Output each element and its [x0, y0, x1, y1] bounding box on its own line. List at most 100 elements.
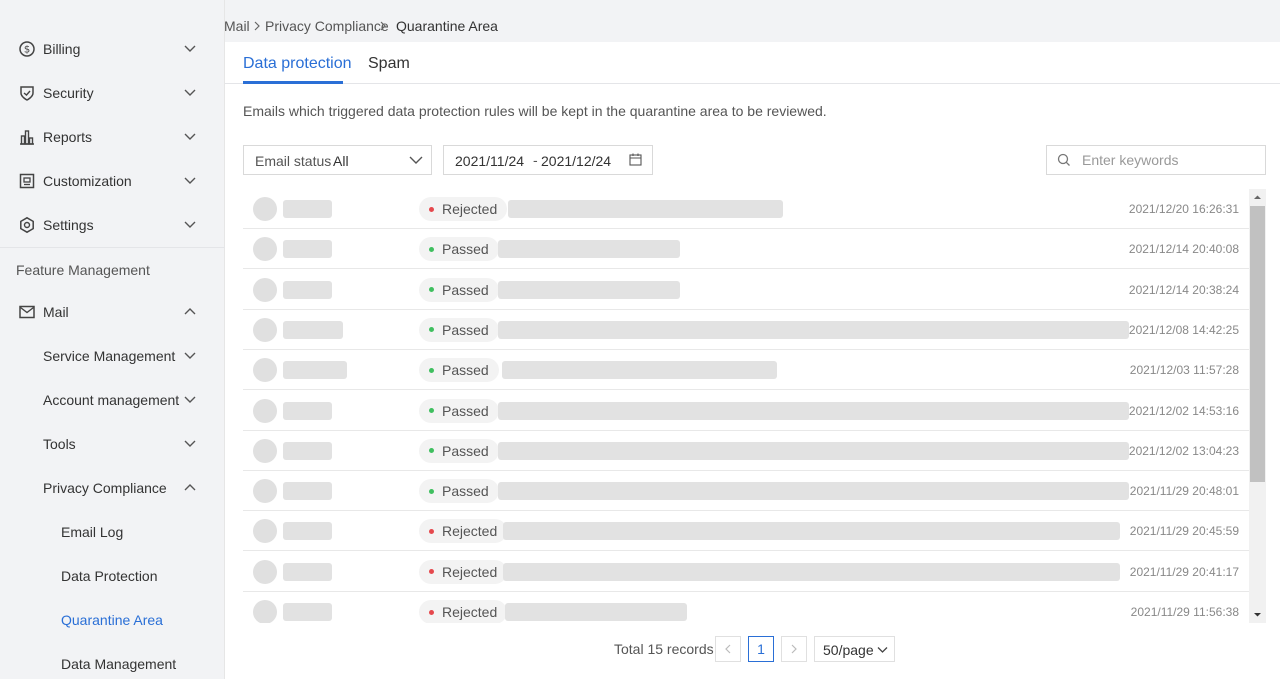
date-end[interactable]: 2021/12/24: [541, 153, 611, 169]
status-dot: [429, 206, 434, 212]
page-size-select[interactable]: 50/page: [814, 636, 895, 662]
sidebar-item-customization[interactable]: Customization: [0, 159, 225, 203]
scroll-up-arrow-icon[interactable]: [1249, 189, 1266, 206]
table-row[interactable]: Passed 2021/11/29 20:48:01: [243, 471, 1249, 512]
table-scrollbar[interactable]: [1249, 189, 1266, 623]
table-row[interactable]: Rejected 2021/11/29 20:41:17: [243, 552, 1249, 592]
dollar-circle-icon: $: [19, 41, 35, 57]
status-text: Rejected: [442, 201, 498, 217]
status-text: Rejected: [442, 604, 498, 620]
page-number-button[interactable]: 1: [748, 636, 774, 662]
status-badge: Rejected: [419, 559, 508, 584]
status-badge: Passed: [419, 479, 499, 504]
sidebar-item-label: Tools: [43, 436, 76, 452]
sender-placeholder: [283, 320, 343, 339]
avatar: [253, 197, 277, 221]
status-dot: [429, 408, 434, 413]
avatar: [253, 358, 277, 383]
date-range-picker[interactable]: 2021/11/24 - 2021/12/24: [443, 145, 653, 175]
scrollbar-thumb[interactable]: [1250, 206, 1265, 482]
avatar: [253, 317, 277, 342]
chevron-down-icon: [877, 647, 888, 653]
status-dot: [429, 528, 434, 534]
status-dot: [429, 287, 434, 293]
subject-placeholder: [498, 482, 1129, 501]
email-status-value: All: [333, 153, 349, 169]
date-start[interactable]: 2021/11/24: [455, 153, 524, 169]
table-row[interactable]: Rejected 2021/12/20 16:26:31: [243, 189, 1249, 229]
received-time: 2021/12/02 13:04:23: [1128, 443, 1239, 458]
prev-page-button[interactable]: [715, 636, 741, 662]
sidebar-item-label: Customization: [43, 173, 132, 189]
next-page-button[interactable]: [781, 636, 807, 662]
calendar-icon[interactable]: [629, 153, 642, 166]
subject-placeholder: [503, 562, 1120, 581]
status-text: Passed: [442, 241, 489, 258]
status-badge: Passed: [419, 237, 499, 262]
chevron-down-icon: [184, 89, 196, 96]
table-row[interactable]: Passed 2021/12/14 20:38:24: [243, 270, 1249, 310]
table-row[interactable]: Passed 2021/12/08 14:42:25: [243, 310, 1249, 350]
breadcrumb-item-privacy-compliance[interactable]: Privacy Compliance: [265, 18, 389, 34]
chevron-up-icon: [184, 484, 196, 491]
section-label-feature-management: Feature Management: [16, 262, 150, 278]
status-dot: [429, 327, 434, 333]
sidebar-item-data-protection[interactable]: Data Protection: [0, 554, 225, 598]
received-time: 2021/11/29 11:56:38: [1130, 605, 1239, 619]
status-text: Rejected: [442, 563, 498, 580]
subject-placeholder: [498, 320, 1129, 339]
chevron-down-icon: [184, 396, 196, 403]
table-row[interactable]: Rejected 2021/11/29 11:56:38: [243, 592, 1249, 623]
sidebar-item-privacy-compliance[interactable]: Privacy Compliance: [0, 466, 225, 510]
search-icon: [1057, 153, 1070, 166]
avatar: [253, 559, 277, 584]
search-box[interactable]: [1046, 145, 1266, 175]
subject-placeholder: [498, 280, 680, 299]
search-input[interactable]: [1082, 150, 1257, 170]
subject-placeholder: [498, 401, 1129, 420]
breadcrumb-item-mail[interactable]: Mail: [224, 18, 250, 34]
avatar: [253, 277, 277, 302]
sidebar-item-security[interactable]: Security: [0, 71, 225, 115]
status-badge: Rejected: [419, 519, 508, 544]
chevron-down-icon: [184, 352, 196, 359]
status-text: Passed: [442, 362, 489, 379]
status-dot: [429, 448, 434, 454]
scroll-down-arrow-icon[interactable]: [1249, 606, 1266, 623]
status-text: Passed: [442, 402, 489, 419]
tab-data-protection[interactable]: Data protection: [243, 55, 352, 73]
sidebar-item-reports[interactable]: Reports: [0, 115, 225, 159]
sidebar-item-billing[interactable]: $ Billing: [0, 27, 225, 71]
sidebar-item-label: Quarantine Area: [61, 612, 163, 628]
sender-placeholder: [283, 603, 332, 621]
sidebar-divider: [0, 247, 225, 248]
chevron-down-icon: [184, 221, 196, 228]
sidebar-item-tools[interactable]: Tools: [0, 422, 225, 466]
table-row[interactable]: Passed 2021/12/02 13:04:23: [243, 431, 1249, 471]
sidebar-item-label: Account management: [43, 392, 180, 408]
table-row[interactable]: Passed 2021/12/03 11:57:28: [243, 350, 1249, 391]
status-dot: [429, 367, 434, 373]
chevron-down-icon: [184, 177, 196, 184]
received-time: 2021/12/14 20:40:08: [1128, 242, 1239, 257]
sidebar-item-label: Email Log: [61, 524, 124, 540]
sidebar-item-service-management[interactable]: Service Management: [0, 334, 225, 378]
sidebar-item-settings[interactable]: Settings: [0, 203, 225, 247]
avatar: [253, 600, 277, 623]
table-row[interactable]: Passed 2021/12/02 14:53:16: [243, 391, 1249, 431]
sidebar-item-mail[interactable]: Mail: [0, 290, 225, 334]
sidebar-item-label: Mail: [43, 304, 69, 320]
page-size-value: 50/page: [823, 642, 874, 658]
tab-spam[interactable]: Spam: [368, 55, 410, 73]
sidebar-item-account-management[interactable]: Account management: [0, 378, 225, 422]
table-row[interactable]: Rejected 2021/11/29 20:45:59: [243, 511, 1249, 552]
received-time: 2021/12/08 14:42:25: [1128, 322, 1239, 337]
chevron-down-icon: [184, 45, 196, 52]
received-time: 2021/12/03 11:57:28: [1129, 363, 1239, 378]
status-badge: Rejected: [419, 197, 508, 221]
subject-placeholder: [498, 240, 680, 259]
email-status-select[interactable]: Email status All: [243, 145, 432, 175]
sidebar-item-email-log[interactable]: Email Log: [0, 510, 225, 554]
tab-bar: Data protection Spam: [225, 42, 1280, 84]
table-row[interactable]: Passed 2021/12/14 20:40:08: [243, 229, 1249, 270]
